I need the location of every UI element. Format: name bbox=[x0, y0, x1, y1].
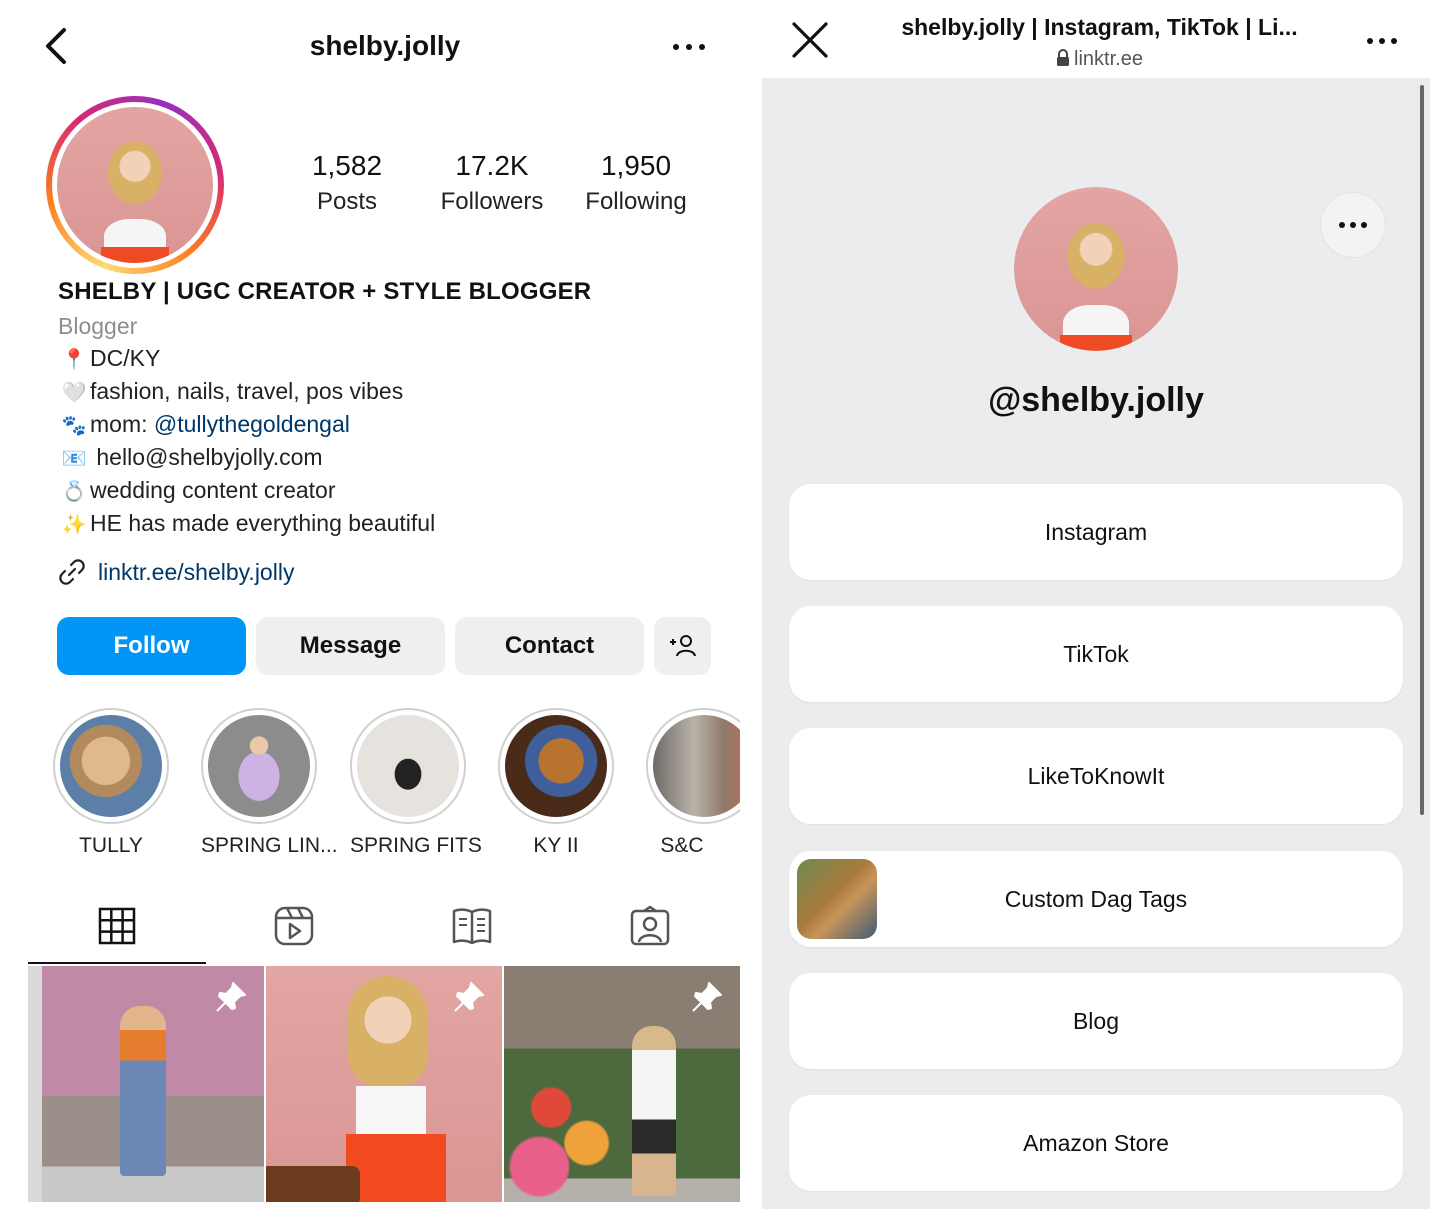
active-tab-indicator bbox=[28, 962, 206, 964]
linktree-page: @shelby.jolly Instagram TikTok LikeToKno… bbox=[762, 78, 1430, 1209]
post-thumbnail[interactable] bbox=[28, 966, 264, 1202]
highlight-spring-lin[interactable]: SPRING LIN... bbox=[201, 708, 338, 858]
browser-more-icon[interactable] bbox=[1362, 26, 1402, 56]
followers-value: 17.2K bbox=[455, 150, 529, 181]
highlight-label: S&C bbox=[660, 834, 704, 857]
heart-emoji-icon: 🤍 bbox=[61, 382, 87, 404]
more-options-icon[interactable] bbox=[668, 30, 712, 60]
post-image-figure bbox=[120, 1006, 166, 1176]
highlight-cover bbox=[208, 715, 310, 817]
bio-website-link[interactable]: linktr.ee/shelby.jolly bbox=[56, 556, 294, 588]
following-value: 1,950 bbox=[600, 150, 672, 181]
sparkles-emoji-icon: ✨ bbox=[61, 514, 87, 536]
highlight-tully[interactable]: TULLY bbox=[53, 708, 169, 858]
link-button-liketoknowit[interactable]: LikeToKnowIt bbox=[789, 728, 1403, 824]
bio-text: wedding content creator bbox=[90, 477, 336, 503]
link-button-tiktok[interactable]: TikTok bbox=[789, 606, 1403, 702]
bio-text: hello@shelbyjolly.com bbox=[96, 444, 323, 470]
post-image-figure bbox=[348, 976, 428, 1086]
bio-category: Blogger bbox=[58, 313, 138, 339]
lock-icon bbox=[1057, 49, 1070, 66]
contact-button[interactable]: Contact bbox=[455, 617, 644, 675]
highlight-label: SPRING LIN... bbox=[201, 834, 338, 857]
follow-button[interactable]: Follow bbox=[57, 617, 246, 675]
highlight-cover bbox=[505, 715, 607, 817]
browser-page-title: shelby.jolly | Instagram, TikTok | Li... bbox=[901, 14, 1298, 40]
tagged-icon[interactable] bbox=[628, 904, 672, 948]
bio-text: mom: bbox=[90, 411, 154, 437]
highlight-label: KY II bbox=[533, 834, 579, 857]
link-button-instagram[interactable]: Instagram bbox=[789, 484, 1403, 580]
highlight-spring-fits[interactable]: SPRING FITS bbox=[350, 708, 482, 858]
profile-username: shelby.jolly bbox=[309, 30, 461, 61]
posts-label: Posts bbox=[316, 188, 378, 215]
bio-text: DC/KY bbox=[90, 345, 161, 371]
bio-line-location: 📍 DC/KY bbox=[58, 345, 161, 372]
bio-line-wedding: 💍 wedding content creator bbox=[58, 477, 336, 504]
post-image-skirt bbox=[346, 1134, 446, 1202]
posts-value: 1,582 bbox=[311, 150, 383, 181]
posts-count[interactable]: 1,582 Posts bbox=[300, 150, 394, 216]
browser-url: linktr.ee bbox=[862, 48, 1337, 71]
mention-link[interactable]: @tullythegoldengal bbox=[154, 411, 350, 437]
linktree-menu-button[interactable] bbox=[1320, 192, 1386, 258]
highlight-s-and-c[interactable]: S&C bbox=[646, 708, 740, 858]
paw-emoji-icon: 🐾 bbox=[61, 415, 87, 437]
grid-icon[interactable] bbox=[95, 904, 139, 948]
instagram-profile-screen: shelby.jolly 1,582 Posts 17.2K Followers… bbox=[0, 0, 755, 1209]
guides-icon[interactable] bbox=[450, 904, 494, 948]
pinned-post-icon bbox=[454, 982, 484, 1012]
highlight-label: TULLY bbox=[79, 834, 143, 857]
pinned-post-icon bbox=[692, 982, 722, 1012]
ring-emoji-icon: 💍 bbox=[61, 481, 87, 503]
link-button-custom-dag-tags[interactable]: Custom Dag Tags bbox=[789, 851, 1403, 947]
link-button-blog[interactable]: Blog bbox=[789, 973, 1403, 1069]
following-count[interactable]: 1,950 Following bbox=[574, 150, 698, 216]
following-label: Following bbox=[585, 188, 687, 215]
link-icon bbox=[59, 559, 85, 585]
bio-text: fashion, nails, travel, pos vibes bbox=[90, 378, 404, 404]
pin-emoji-icon: 📍 bbox=[61, 349, 87, 371]
bio-line-quote: ✨ HE has made everything beautiful bbox=[58, 510, 436, 537]
avatar bbox=[57, 107, 213, 263]
more-options-icon bbox=[1339, 222, 1367, 228]
bio-line-interests: 🤍 fashion, nails, travel, pos vibes bbox=[58, 378, 404, 405]
link-button-amazon-store[interactable]: Amazon Store bbox=[789, 1095, 1403, 1191]
link-thumbnail-dog bbox=[797, 859, 877, 939]
linktree-browser-screen: shelby.jolly | Instagram, TikTok | Li...… bbox=[762, 0, 1447, 1209]
profile-avatar-story-ring[interactable] bbox=[46, 96, 224, 274]
back-arrow-icon[interactable] bbox=[40, 24, 76, 68]
highlight-cover bbox=[357, 715, 459, 817]
pinned-post-icon bbox=[216, 982, 246, 1012]
scrollbar[interactable] bbox=[1420, 85, 1424, 815]
reels-icon[interactable] bbox=[272, 904, 316, 948]
bio-link-text: linktr.ee/shelby.jolly bbox=[98, 558, 295, 585]
highlight-label: SPRING FITS bbox=[350, 834, 482, 857]
post-thumbnail[interactable] bbox=[504, 966, 740, 1202]
post-image-top bbox=[356, 1086, 426, 1136]
browser-domain: linktr.ee bbox=[1074, 48, 1143, 70]
linktree-handle: @shelby.jolly bbox=[988, 381, 1204, 419]
close-icon[interactable] bbox=[790, 20, 830, 60]
post-thumbnail[interactable] bbox=[266, 966, 502, 1202]
highlight-cover bbox=[60, 715, 162, 817]
envelope-emoji-icon: 📧 bbox=[61, 448, 87, 470]
bio-display-name: SHELBY | UGC CREATOR + STYLE BLOGGER bbox=[58, 278, 592, 305]
bio-line-email: 📧 hello@shelbyjolly.com bbox=[58, 444, 323, 471]
add-person-icon bbox=[669, 635, 696, 657]
followers-count[interactable]: 17.2K Followers bbox=[430, 150, 554, 216]
highlight-cover bbox=[653, 715, 740, 817]
suggested-people-button[interactable] bbox=[654, 617, 711, 675]
followers-label: Followers bbox=[440, 188, 544, 215]
bio-line-dog: 🐾 mom: @tullythegoldengal bbox=[58, 411, 350, 438]
post-image-figure bbox=[632, 1026, 676, 1196]
post-image-bag bbox=[266, 1166, 360, 1202]
link-label: Custom Dag Tags bbox=[1004, 885, 1188, 912]
linktree-avatar bbox=[1014, 187, 1178, 351]
avatar-photo bbox=[1014, 187, 1178, 351]
highlight-ky-ii[interactable]: KY II bbox=[498, 708, 614, 858]
message-button[interactable]: Message bbox=[256, 617, 445, 675]
bio-text: HE has made everything beautiful bbox=[90, 510, 436, 536]
